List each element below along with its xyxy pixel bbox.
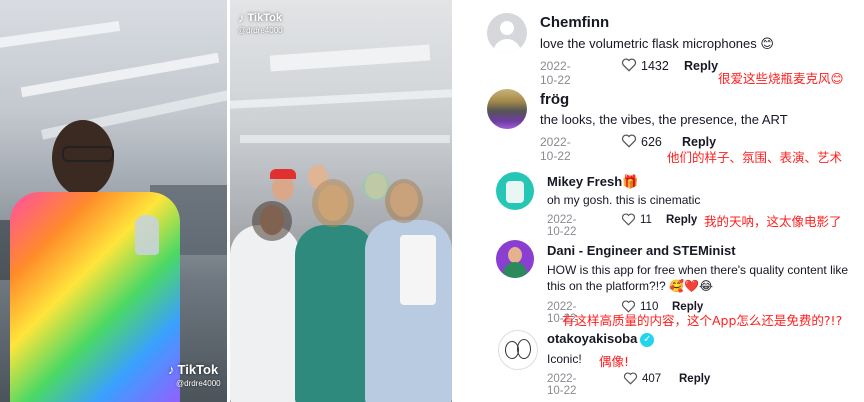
- reply-button[interactable]: Reply: [679, 373, 710, 385]
- video-frame-right[interactable]: ♪ TikTok @drdre4000: [230, 0, 452, 402]
- like-heart-icon[interactable]: [623, 372, 638, 385]
- comment-text: love the volumetric flask microphones 😊: [540, 36, 774, 52]
- like-count: 407: [642, 373, 662, 385]
- comment-text: oh my gosh. this is cinematic: [547, 193, 701, 207]
- comment-text-continued: this on the platform?!? 🥰❤️😂: [547, 279, 713, 293]
- ceiling-light: [240, 135, 450, 143]
- reply-button[interactable]: Reply: [684, 59, 718, 73]
- translation-annotation: 他们的样子、氛围、表演、艺术: [667, 150, 843, 165]
- video-frame-left[interactable]: ♪ TikTok @drdre4000: [0, 0, 227, 402]
- ceiling-light: [269, 44, 431, 72]
- comment-username[interactable]: otakoyakisoba ✓: [547, 331, 655, 347]
- person-presenter: [10, 120, 210, 402]
- comment-username[interactable]: Mikey Fresh🎁: [547, 174, 638, 190]
- tiktok-watermark: ♪ TikTok: [238, 10, 282, 25]
- comment-text: the looks, the vibes, the presence, the …: [540, 112, 788, 127]
- avatar[interactable]: [498, 330, 538, 370]
- like-count: 626: [641, 135, 662, 149]
- comment-date: 2022-10-22: [547, 214, 577, 238]
- comment-date: 2022-10-22: [547, 373, 577, 397]
- comment-date: 2022-10-22: [540, 59, 571, 87]
- reply-button[interactable]: Reply: [666, 214, 697, 226]
- like-heart-icon[interactable]: [621, 134, 637, 148]
- like-count: 11: [640, 214, 652, 226]
- avatar[interactable]: [496, 172, 534, 210]
- tiktok-logo-icon: ♪: [238, 10, 245, 25]
- translation-annotation: 有这样高质量的内容，这个App怎么还是免费的?!?: [562, 313, 843, 328]
- like-count: 1432: [641, 59, 669, 73]
- comment-text: HOW is this app for free when there's qu…: [547, 263, 849, 277]
- comment-date: 2022-10-22: [540, 135, 571, 163]
- ceiling-light: [0, 21, 121, 49]
- translation-annotation: 我的天呐，这太像电影了: [704, 214, 842, 229]
- tiktok-username: @drdre4000: [238, 26, 283, 35]
- avatar[interactable]: [487, 13, 527, 53]
- translation-annotation: 偶像!: [599, 354, 630, 369]
- comment-text: Iconic!: [547, 352, 582, 366]
- verified-badge-icon: ✓: [640, 332, 655, 347]
- tiktok-watermark: ♪ TikTok: [168, 362, 219, 377]
- ceiling-light: [230, 89, 452, 109]
- comment-username[interactable]: Dani - Engineer and STEMinist: [547, 243, 736, 258]
- tiktok-username: @drdre4000: [176, 379, 221, 388]
- comment-username[interactable]: Chemfinn: [540, 14, 609, 31]
- translation-annotation: 很爱这些烧瓶麦克风😊: [718, 71, 844, 86]
- tiktok-logo-icon: ♪: [168, 362, 175, 377]
- like-heart-icon[interactable]: [621, 213, 636, 226]
- avatar[interactable]: [496, 240, 534, 278]
- like-heart-icon[interactable]: [621, 58, 637, 72]
- avatar[interactable]: [487, 89, 527, 129]
- ceiling-light: [20, 52, 220, 98]
- comment-username[interactable]: frög: [540, 91, 569, 108]
- group-students: [230, 165, 452, 402]
